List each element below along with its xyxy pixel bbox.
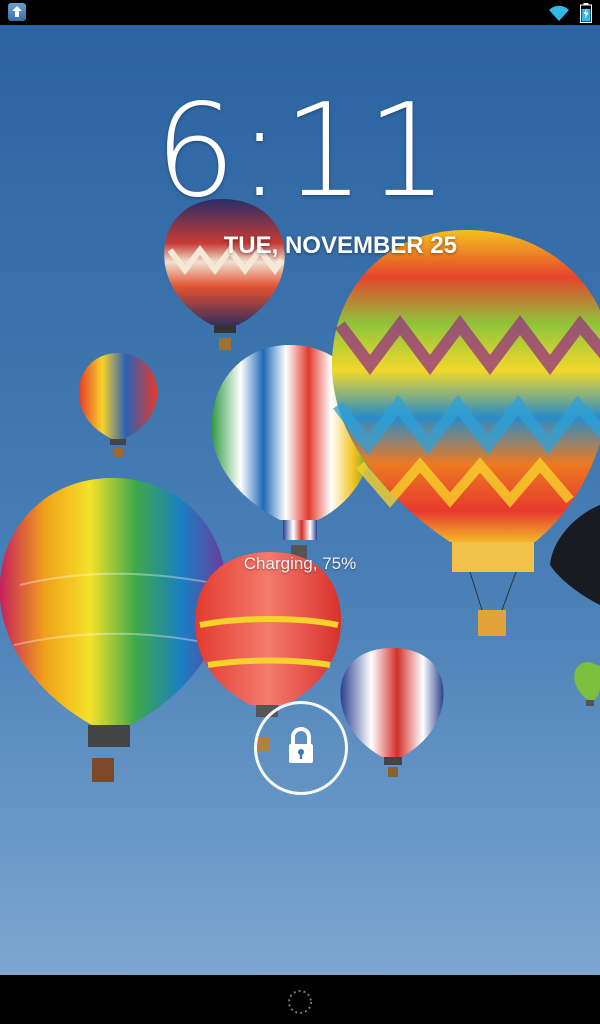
battery-charging-icon [580, 2, 592, 23]
home-indicator-icon[interactable] [286, 988, 314, 1016]
status-bar [0, 0, 600, 25]
unlock-handle[interactable] [254, 701, 348, 795]
wifi-icon [548, 4, 570, 22]
charging-status: Charging, 75% [243, 554, 357, 573]
status-icons [548, 2, 592, 23]
upload-icon [8, 3, 26, 21]
lock-screen: 6:11 TUE, NOVEMBER 25 Charging, 75% [0, 0, 600, 1024]
lock-date: TUE, NOVEMBER 25 [223, 232, 457, 259]
navigation-bar [0, 975, 600, 1024]
lock-clock: 6:11 [154, 77, 450, 226]
lock-icon [289, 727, 313, 763]
